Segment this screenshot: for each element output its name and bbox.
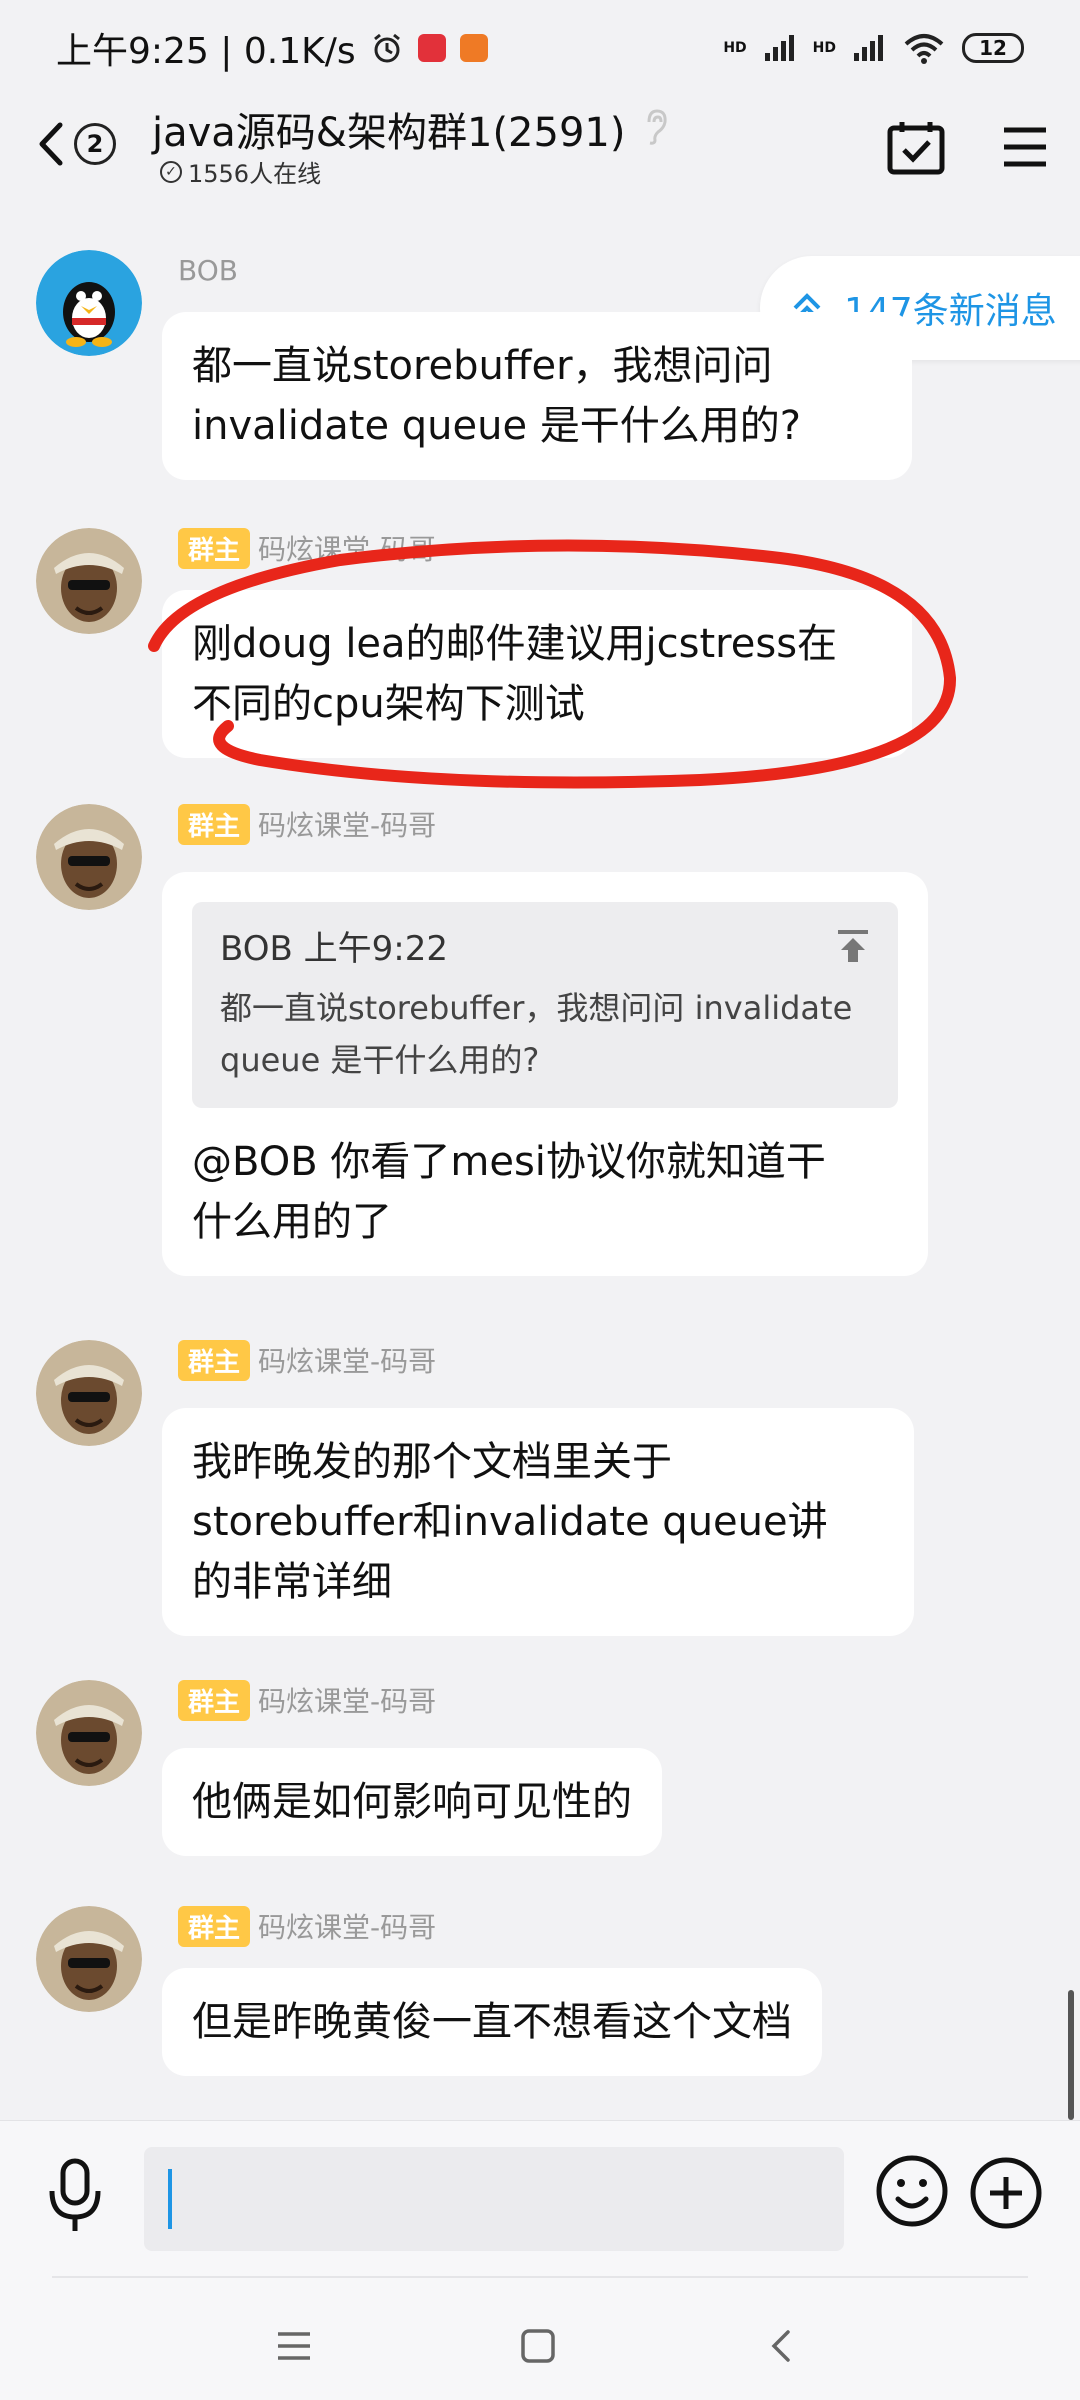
sender-row: BOB	[178, 250, 238, 290]
status-bar: 上午9:25 | 0.1K/s HD HD 12	[0, 0, 1080, 96]
message-line: 的非常详细	[192, 1559, 392, 1605]
sender-row: 群主 码炫课堂-码哥	[178, 1679, 437, 1721]
message-bubble[interactable]: 他俩是如何影响可见性的	[162, 1748, 662, 1856]
message-line: 但是昨晚黄俊一直不想看这个文档	[192, 1999, 792, 2045]
battery-indicator: 12	[962, 33, 1024, 63]
chevron-left-icon	[771, 2330, 790, 2362]
message-bubble[interactable]: 刚doug lea的邮件建议用jcstress在 不同的cpu架构下测试	[162, 590, 912, 758]
message-line: 都一直说storebuffer，我想问问	[192, 343, 773, 389]
quote-header: BOB 上午9:22	[220, 929, 448, 969]
message-line: 我昨晚发的那个文档里关于	[192, 1439, 672, 1485]
avatar[interactable]	[36, 1906, 142, 2012]
avatar[interactable]	[36, 528, 142, 634]
hd-label: HD	[723, 40, 747, 56]
avatar[interactable]	[36, 250, 142, 356]
message-line: 刚doug lea的邮件建议用jcstress在	[192, 621, 838, 667]
plus-circle-icon	[970, 2157, 1042, 2229]
menu-button[interactable]	[998, 120, 1052, 174]
owner-badge: 群主	[178, 1339, 251, 1381]
chevron-left-icon	[39, 122, 63, 166]
message-bubble[interactable]: 都一直说storebuffer，我想问问 invalidate queue 是干…	[162, 312, 912, 480]
message-line: @BOB 你看了mesi协议你就知道干	[192, 1139, 826, 1185]
alarm-icon	[373, 33, 400, 63]
voice-button[interactable]	[40, 2155, 110, 2235]
owner-badge: 群主	[178, 1679, 251, 1721]
more-button[interactable]	[968, 2155, 1044, 2231]
message-bubble[interactable]: BOB 上午9:22 都一直说storebuffer，我想问问 invalida…	[162, 872, 928, 1276]
text-cursor	[168, 2169, 172, 2229]
sender-name: 码炫课堂-码哥	[258, 1911, 437, 1944]
sender-name: 码炫课堂-码哥	[258, 809, 437, 842]
app-notification-icon	[417, 34, 446, 62]
hd-label: HD	[812, 40, 836, 56]
menu-icon	[1004, 127, 1046, 167]
sender-row: 群主 码炫课堂-码哥	[178, 1339, 437, 1381]
owner-badge: 群主	[178, 527, 251, 569]
ear-icon	[643, 108, 669, 156]
sender-name: 码炫课堂-码哥	[258, 1685, 437, 1718]
status-right: HD HD 12	[723, 32, 1024, 64]
chat-header: 2 java源码&架构群1(2591) ✓ 1556人在线	[0, 100, 1080, 200]
calendar-button[interactable]	[884, 116, 948, 180]
sender-row: 群主 码炫课堂-码哥	[178, 527, 437, 569]
status-left: 上午9:25 | 0.1K/s	[56, 22, 488, 74]
message-line: 他俩是如何影响可见性的	[192, 1779, 632, 1825]
square-icon	[521, 2329, 555, 2363]
sender-row: 群主 码炫课堂-码哥	[178, 1905, 437, 1947]
jump-to-top-icon[interactable]	[834, 928, 872, 966]
quoted-message[interactable]: BOB 上午9:22 都一直说storebuffer，我想问问 invalida…	[192, 902, 898, 1108]
avatar[interactable]	[36, 1680, 142, 1786]
avatar[interactable]	[36, 804, 142, 910]
scrollbar[interactable]	[1068, 1990, 1074, 2120]
message-line: 什么用的了	[192, 1199, 392, 1245]
group-title-text: java源码&架构群1(2591)	[152, 110, 626, 156]
status-time-speed: 上午9:25 | 0.1K/s	[56, 31, 356, 72]
sender-name: 码炫课堂-码哥	[258, 1345, 437, 1378]
emoji-button[interactable]	[874, 2153, 950, 2229]
sender-row: 群主 码炫课堂-码哥	[178, 803, 437, 845]
owner-badge: 群主	[178, 1905, 251, 1947]
message-bubble[interactable]: 但是昨晚黄俊一直不想看这个文档	[162, 1968, 822, 2076]
message-input[interactable]	[144, 2147, 844, 2251]
online-count: 1556人在线	[188, 160, 322, 188]
home-button[interactable]	[508, 2316, 568, 2376]
microphone-icon	[49, 2158, 101, 2231]
menu-lines-icon	[278, 2332, 310, 2360]
system-nav-bar	[0, 2270, 1080, 2400]
sender-name: 码炫课堂-码哥	[258, 533, 437, 566]
quote-line: 都一直说storebuffer，我想问问 invalidate	[220, 989, 853, 1027]
emoji-icon	[876, 2155, 948, 2227]
system-back-button[interactable]	[752, 2316, 812, 2376]
message-bubble[interactable]: 我昨晚发的那个文档里关于 storebuffer和invalidate queu…	[162, 1408, 914, 1636]
sender-name: BOB	[178, 253, 238, 287]
online-icon: ✓	[160, 160, 182, 183]
calendar-check-icon	[887, 122, 945, 175]
recents-button[interactable]	[264, 2316, 324, 2376]
signal-icon	[854, 35, 883, 61]
message-line: invalidate queue 是干什么用的?	[192, 403, 802, 449]
back-button[interactable]: 2	[36, 114, 132, 174]
quote-line: queue 是干什么用的?	[220, 1041, 540, 1079]
group-title[interactable]: java源码&架构群1(2591)	[152, 100, 669, 158]
message-line: 不同的cpu架构下测试	[192, 681, 585, 727]
input-bar	[0, 2120, 1080, 2270]
avatar[interactable]	[36, 1340, 142, 1446]
app-notification-icon	[459, 34, 488, 62]
unread-count-badge: 2	[74, 123, 116, 165]
divider	[52, 2276, 1028, 2278]
message-line: storebuffer和invalidate queue讲	[192, 1499, 828, 1545]
owner-badge: 群主	[178, 803, 251, 845]
quote-body: 都一直说storebuffer，我想问问 invalidate queue 是干…	[220, 982, 870, 1086]
online-status: ✓ 1556人在线	[160, 154, 321, 189]
signal-icon	[764, 35, 794, 61]
wifi-icon	[904, 34, 944, 64]
